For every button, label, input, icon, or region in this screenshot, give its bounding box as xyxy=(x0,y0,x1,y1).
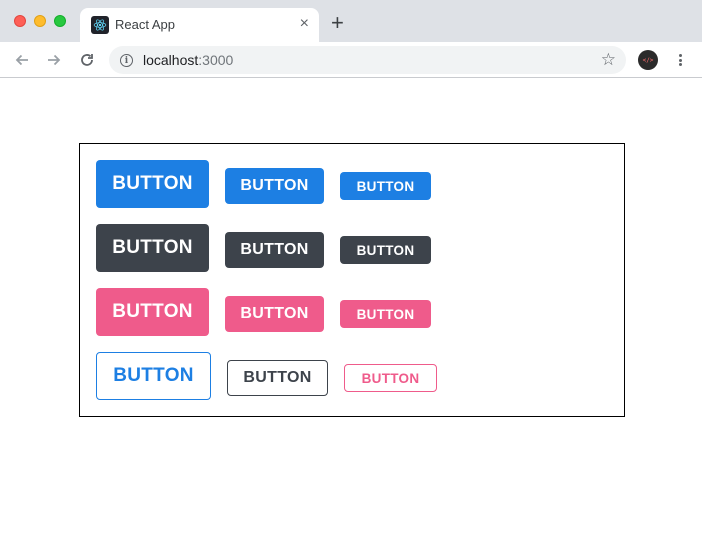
info-icon[interactable]: i xyxy=(120,54,133,67)
arrow-right-icon[interactable] xyxy=(44,50,64,70)
close-window-button[interactable] xyxy=(14,15,26,27)
dark-outline-medium-button[interactable]: BUTTON xyxy=(227,360,328,396)
blue-outline-large-button[interactable]: BUTTON xyxy=(96,352,211,400)
tab-strip: React App × + xyxy=(0,0,702,42)
blue-large-button[interactable]: BUTTON xyxy=(96,160,209,208)
close-tab-icon[interactable]: × xyxy=(300,15,309,33)
dark-large-button[interactable]: BUTTON xyxy=(96,224,209,272)
blue-small-button[interactable]: BUTTON xyxy=(340,172,431,200)
extension-label: </> xyxy=(642,56,654,64)
pink-outline-small-button[interactable]: BUTTON xyxy=(344,364,437,392)
tab-react-app[interactable]: React App × xyxy=(80,8,319,42)
pink-medium-button[interactable]: BUTTON xyxy=(225,296,324,332)
pink-small-button[interactable]: BUTTON xyxy=(340,300,431,328)
button-demo-container: BUTTON BUTTON BUTTON BUTTON BUTTON BUTTO… xyxy=(79,143,625,417)
tab-title: React App xyxy=(115,17,175,32)
blue-medium-button[interactable]: BUTTON xyxy=(225,168,324,204)
minimize-window-button[interactable] xyxy=(34,15,46,27)
url-port: :3000 xyxy=(198,52,234,68)
react-logo-icon xyxy=(91,16,109,34)
star-icon[interactable]: ☆ xyxy=(601,51,616,69)
reload-icon[interactable] xyxy=(77,50,97,70)
browser-toolbar: i localhost:3000 ☆ xyxy=(0,42,702,78)
more-vertical-icon[interactable] xyxy=(673,51,687,69)
pink-large-button[interactable]: BUTTON xyxy=(96,288,209,336)
new-tab-button[interactable]: + xyxy=(331,12,344,34)
dark-medium-button[interactable]: BUTTON xyxy=(225,232,324,268)
url-host: localhost xyxy=(143,52,199,68)
arrow-left-icon[interactable] xyxy=(12,50,32,70)
code-extension-icon[interactable]: </> xyxy=(638,50,658,70)
zoom-window-button[interactable] xyxy=(54,15,66,27)
dark-small-button[interactable]: BUTTON xyxy=(340,236,431,264)
address-bar[interactable]: i localhost:3000 ☆ xyxy=(109,46,626,74)
url-text[interactable]: localhost:3000 xyxy=(143,52,233,68)
